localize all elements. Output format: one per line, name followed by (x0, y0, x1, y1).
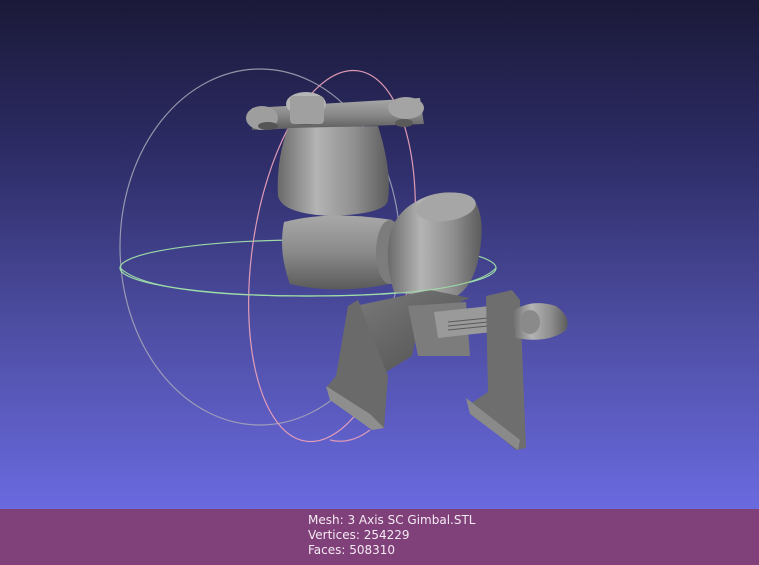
mesh-render[interactable] (0, 0, 759, 509)
mesh-name-label: Mesh: 3 Axis SC Gimbal.STL (308, 513, 476, 527)
vertices-count-label: Vertices: 254229 (308, 528, 410, 542)
mesh-info-bar: Mesh: 3 Axis SC Gimbal.STL Vertices: 254… (0, 509, 759, 565)
faces-count-label: Faces: 508310 (308, 543, 396, 557)
mesh-info-text: Mesh: 3 Axis SC Gimbal.STL Vertices: 254… (308, 513, 476, 558)
gimbal-mesh (246, 92, 568, 450)
3d-viewport[interactable] (0, 0, 759, 509)
